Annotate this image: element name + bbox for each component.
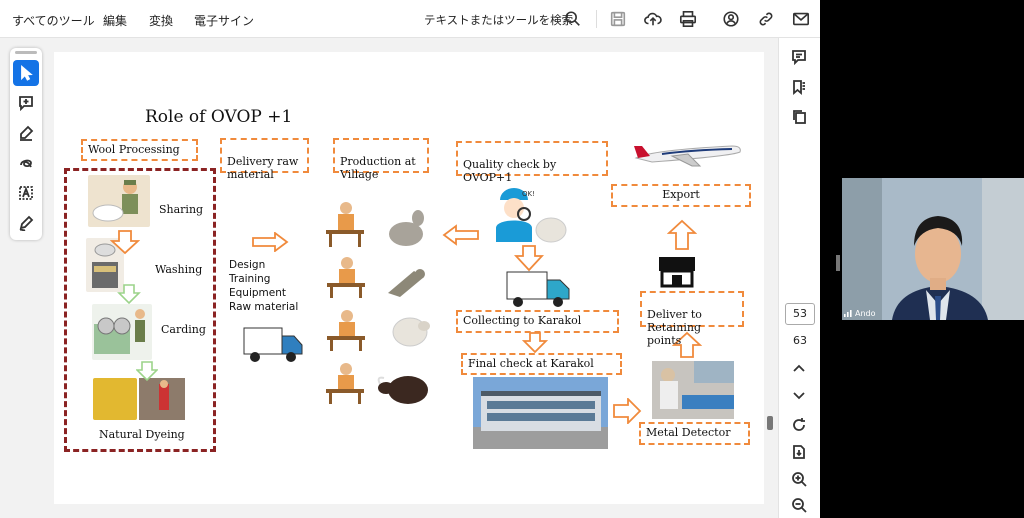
delivery-item-training: Training <box>229 273 271 285</box>
comment-icon[interactable] <box>788 46 810 68</box>
arrow-down-1 <box>110 230 140 255</box>
draw-loop-icon[interactable] <box>13 150 39 176</box>
worker-illustration-4 <box>326 363 364 404</box>
felt-animal-photo-2 <box>388 269 425 297</box>
menu-convert[interactable]: 変換 <box>149 12 173 29</box>
zoom-in-icon[interactable] <box>788 468 810 490</box>
menu-esign[interactable]: 電子サイン <box>194 12 254 29</box>
toolbar-divider <box>596 10 597 28</box>
arrow-left-quality <box>442 224 479 246</box>
arrow-down-final <box>522 332 548 354</box>
collecting-label: Collecting to Karakol <box>463 314 582 327</box>
shop-icon <box>659 257 695 288</box>
select-cursor-icon[interactable] <box>13 60 39 86</box>
delivery-list: Design Training Equipment Raw material <box>229 258 298 314</box>
total-pages-label: 63 <box>793 334 807 347</box>
slide-title: Role of OVOP +1 <box>145 107 293 127</box>
arrow-down-3 <box>136 361 158 382</box>
highlight-pen-icon[interactable] <box>13 120 39 146</box>
metal-detector-label: Metal Detector <box>646 426 731 439</box>
export-box: Export <box>611 184 751 207</box>
delivery-item-design: Design <box>229 259 266 271</box>
arrow-right-metal <box>613 398 642 424</box>
share-user-icon[interactable] <box>721 9 741 29</box>
text-box-icon[interactable] <box>13 180 39 206</box>
worker-illustration-1 <box>326 202 364 247</box>
wool-processing-box: Wool Processing <box>81 139 198 161</box>
menu-all-tools[interactable]: すべてのツール <box>12 12 95 29</box>
step-washing-label: Washing <box>155 263 203 276</box>
worker-illustration-2 <box>327 257 365 298</box>
right-tool-panel: 53 63 <box>778 38 820 518</box>
airplane-photo <box>634 145 741 167</box>
current-page-input[interactable]: 53 <box>785 303 815 325</box>
felt-sheep-check-photo <box>535 217 567 243</box>
delivery-truck-icon <box>243 327 303 362</box>
final-check-box: Final check at Karakol <box>461 353 622 375</box>
arrow-down-collect <box>514 245 544 272</box>
add-comment-icon[interactable] <box>13 90 39 116</box>
collect-truck-icon <box>506 271 570 307</box>
final-check-label: Final check at Karakol <box>468 357 594 370</box>
karakol-building-photo <box>473 377 608 449</box>
search-tools-label[interactable]: テキストまたはツールを検索 <box>424 12 573 28</box>
upload-cloud-icon[interactable] <box>643 9 663 29</box>
save-icon[interactable] <box>608 9 628 29</box>
participant-video-frame <box>842 178 1024 320</box>
mail-icon[interactable] <box>791 9 811 29</box>
production-box: Production at Village <box>333 138 429 181</box>
export-label: Export <box>662 188 700 201</box>
arrow-right-delivery <box>252 232 289 252</box>
search-icon[interactable] <box>563 9 583 29</box>
print-icon[interactable] <box>678 9 698 29</box>
dyeing-worker-photo <box>139 378 185 420</box>
dyed-wool-photo <box>93 378 137 420</box>
deliver-retaining-box: Deliver to Retaining points <box>640 291 744 347</box>
worker-illustration-3 <box>327 310 365 351</box>
felt-yak-photo <box>377 376 428 404</box>
metal-detector-box: Metal Detector <box>639 422 750 445</box>
step-carding-label: Carding <box>161 323 206 336</box>
signal-bars-icon <box>844 310 852 317</box>
metal-detector-photo <box>652 361 734 419</box>
participant-name-tag: Ando <box>844 309 876 318</box>
delivery-item-raw-material: Raw material <box>229 301 299 313</box>
link-icon[interactable] <box>756 9 776 29</box>
svg-text:OK!: OK! <box>522 190 535 198</box>
bookmark-icon[interactable] <box>788 76 810 98</box>
step-sharing-label: Sharing <box>159 203 204 216</box>
delivery-raw-box: Delivery raw material <box>220 138 309 181</box>
chevron-up-icon[interactable] <box>788 358 810 380</box>
felt-animal-photo-1 <box>389 210 424 246</box>
arrow-up-export <box>667 219 697 250</box>
carding-illustration <box>92 304 152 360</box>
sharing-illustration <box>88 175 150 227</box>
wool-processing-label: Wool Processing <box>88 143 180 156</box>
delivery-item-equipment: Equipment <box>229 287 286 299</box>
scrollbar-thumb[interactable] <box>767 416 773 430</box>
top-toolbar: すべてのツール 編集 変換 電子サイン テキストまたはツールを検索 <box>0 0 820 38</box>
step-dyeing-label: Natural Dyeing <box>99 428 185 441</box>
menu-edit[interactable]: 編集 <box>103 12 127 29</box>
pages-icon[interactable] <box>788 106 810 128</box>
arrow-down-2 <box>117 284 141 305</box>
left-tool-rail <box>10 48 42 240</box>
save-page-icon[interactable] <box>788 441 810 463</box>
sign-pen-icon[interactable] <box>13 210 39 236</box>
pdf-viewer-app: すべてのツール 編集 変換 電子サイン テキストまたはツールを検索 Role o… <box>0 0 820 518</box>
chevron-down-icon[interactable] <box>788 384 810 406</box>
participant-name: Ando <box>855 309 876 318</box>
felt-sheep-photo <box>392 317 430 347</box>
quality-box: Quality check by OVOP+1 <box>456 141 608 184</box>
participant-video <box>842 178 1024 320</box>
video-panel-grip[interactable] <box>836 255 840 271</box>
zoom-out-icon[interactable] <box>788 494 810 516</box>
rail-grip <box>15 51 37 54</box>
rotate-icon[interactable] <box>788 414 810 436</box>
collecting-box: Collecting to Karakol <box>456 310 619 333</box>
